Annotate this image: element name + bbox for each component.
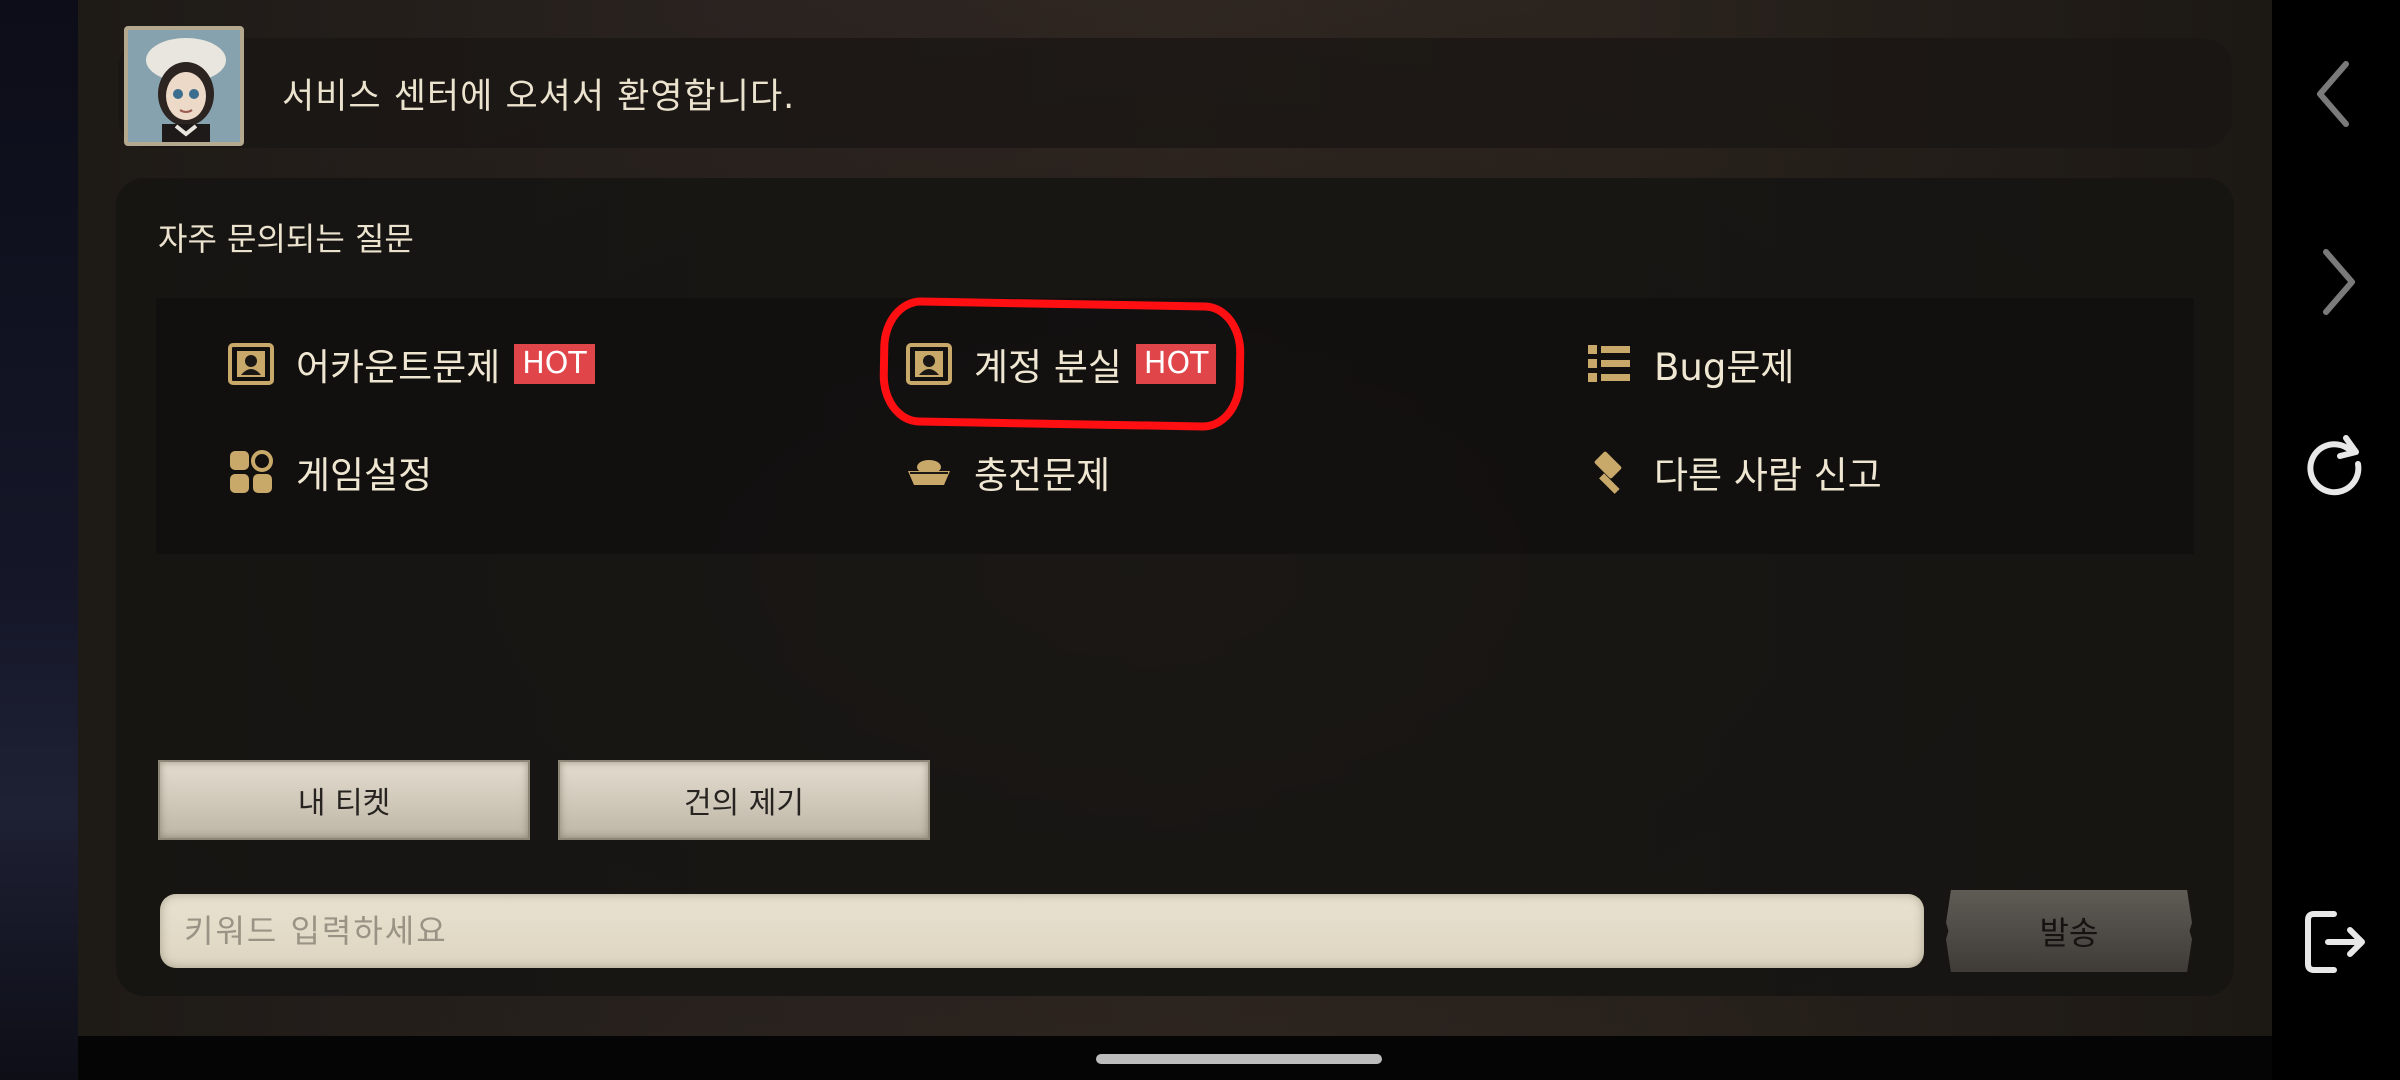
refresh-icon[interactable] bbox=[2300, 434, 2372, 506]
faq-item-game-settings[interactable]: 게임설정 bbox=[228, 442, 432, 502]
send-button[interactable]: 발송 bbox=[1946, 890, 2192, 972]
faq-item-report-player[interactable]: 다른 사람 신고 bbox=[1586, 442, 1882, 502]
faq-label: 어카운트문제 bbox=[296, 346, 501, 389]
faq-item-bug[interactable]: Bug문제 bbox=[1586, 334, 1794, 394]
list-icon bbox=[1586, 341, 1632, 387]
faq-label: 충전문제 bbox=[974, 454, 1111, 497]
ingot-icon bbox=[906, 449, 952, 495]
avatar[interactable] bbox=[124, 26, 244, 146]
suggestion-button[interactable]: 건의 제기 bbox=[558, 760, 930, 840]
faq-item-account[interactable]: 어카운트문제 HOT bbox=[228, 334, 595, 394]
avatar-portrait-icon bbox=[128, 30, 240, 142]
faq-label: 다른 사람 신고 bbox=[1654, 454, 1882, 497]
gavel-icon bbox=[1586, 449, 1632, 495]
home-indicator[interactable] bbox=[1096, 1054, 1382, 1064]
background-left-strip bbox=[0, 0, 78, 1080]
search-field[interactable] bbox=[160, 894, 1924, 968]
search-input[interactable] bbox=[160, 894, 1924, 968]
account-card-icon bbox=[228, 341, 274, 387]
back-icon[interactable] bbox=[2300, 58, 2372, 130]
welcome-text: 서비스 센터에 오셔서 환영합니다. bbox=[282, 77, 796, 117]
faq-title: 자주 문의되는 질문 bbox=[158, 220, 414, 258]
hot-badge: HOT bbox=[514, 344, 595, 384]
exit-icon[interactable] bbox=[2300, 906, 2372, 978]
settings-grid-icon bbox=[228, 449, 274, 495]
highlight-annotation bbox=[878, 296, 1246, 432]
faq-label: Bug문제 bbox=[1654, 346, 1795, 389]
faq-label: 게임설정 bbox=[296, 454, 433, 497]
faq-item-recharge[interactable]: 충전문제 bbox=[906, 442, 1110, 502]
forward-icon[interactable] bbox=[2300, 246, 2372, 318]
my-tickets-button[interactable]: 내 티켓 bbox=[158, 760, 530, 840]
